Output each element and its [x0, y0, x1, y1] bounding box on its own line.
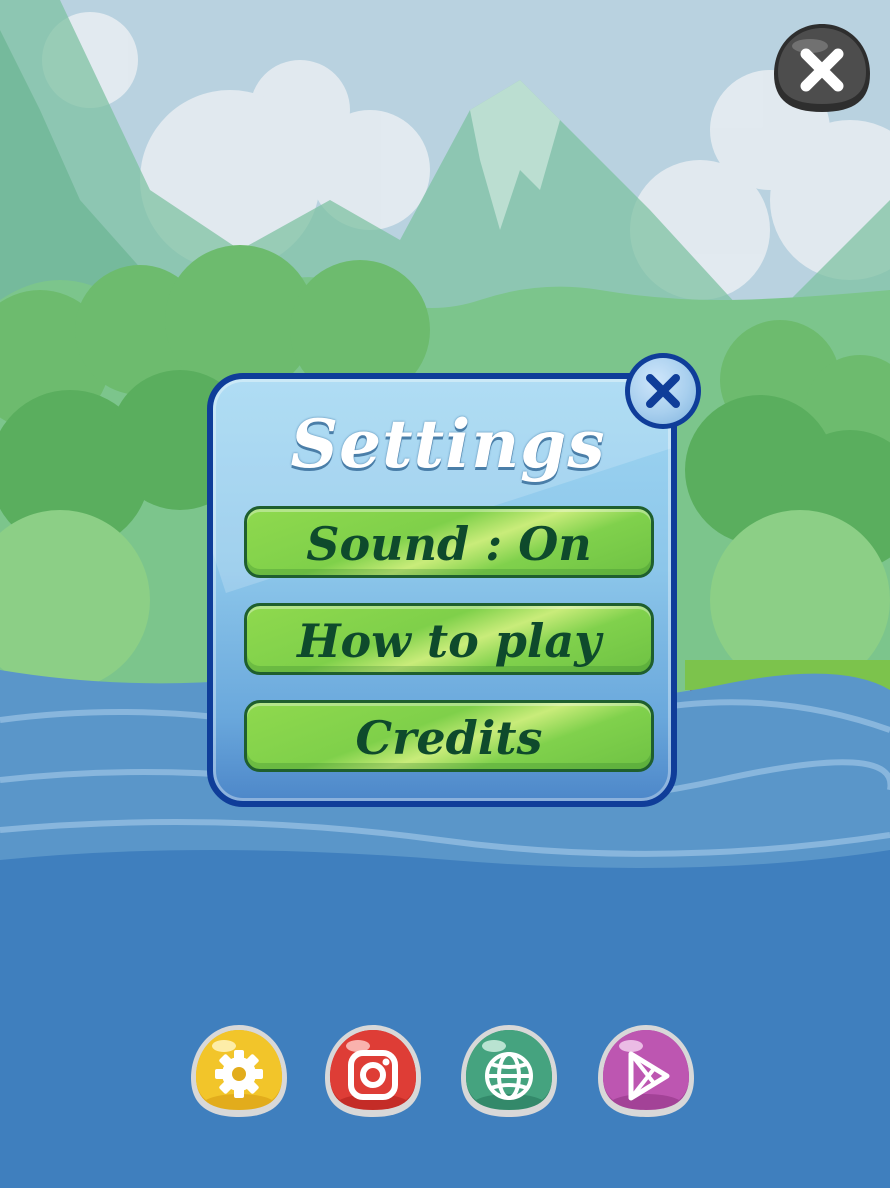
settings-button[interactable] [188, 1022, 290, 1120]
dialog-panel: Settings Sound : On How to play Credits [207, 373, 677, 807]
gear-icon [215, 1050, 263, 1098]
settings-dialog: Settings Sound : On How to play Credits [207, 353, 701, 813]
credits-button[interactable]: Credits [244, 700, 654, 772]
top-close-button[interactable] [770, 20, 874, 116]
store-button[interactable] [595, 1022, 697, 1120]
instagram-button[interactable] [322, 1022, 424, 1120]
close-icon [774, 24, 870, 112]
website-button[interactable] [458, 1022, 560, 1120]
close-icon [646, 374, 680, 408]
dialog-title: Settings [290, 405, 606, 483]
dialog-close-button[interactable] [625, 353, 701, 429]
sound-toggle-button[interactable]: Sound : On [244, 506, 654, 578]
game-screen: Settings Sound : On How to play Credits [0, 0, 890, 1188]
how-to-play-button[interactable]: How to play [244, 603, 654, 675]
